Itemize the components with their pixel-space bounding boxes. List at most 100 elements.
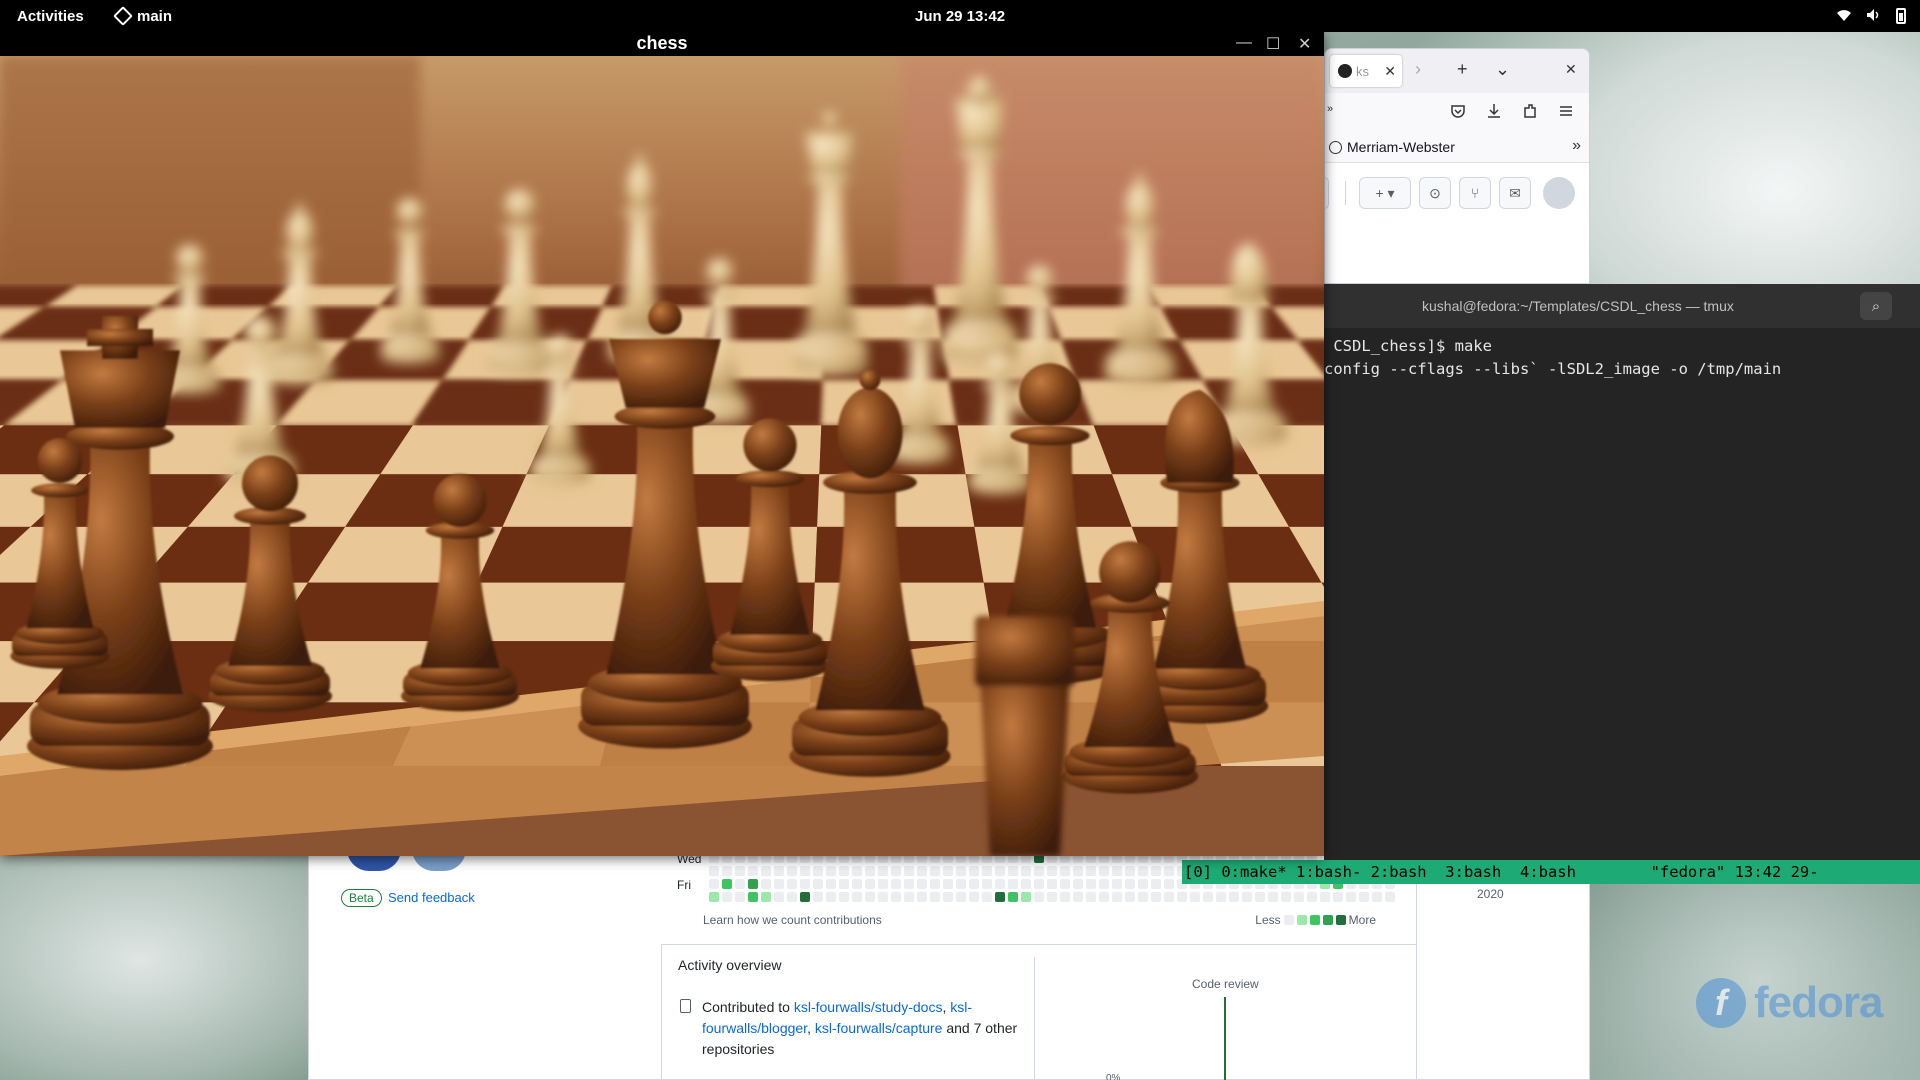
contribution-cell[interactable] <box>800 866 810 876</box>
system-tray[interactable] <box>1836 8 1906 25</box>
contribution-cell[interactable] <box>1086 879 1096 889</box>
contribution-cell[interactable] <box>839 866 849 876</box>
contribution-cell[interactable] <box>1307 892 1317 902</box>
contribution-cell[interactable] <box>1294 892 1304 902</box>
contribution-cell[interactable] <box>1177 892 1187 902</box>
contribution-cell[interactable] <box>982 879 992 889</box>
contribution-cell[interactable] <box>917 866 927 876</box>
contribution-cell[interactable] <box>956 866 966 876</box>
contribution-cell[interactable] <box>852 892 862 902</box>
contribution-cell[interactable] <box>1138 879 1148 889</box>
contribution-cell[interactable] <box>930 892 940 902</box>
contribution-cell[interactable] <box>1125 879 1135 889</box>
contribution-cell[interactable] <box>839 879 849 889</box>
tab-scroll-right-icon[interactable]: › <box>1415 59 1421 80</box>
contribution-cell[interactable] <box>1034 879 1044 889</box>
contribution-cell[interactable] <box>995 879 1005 889</box>
contribution-cell[interactable] <box>761 866 771 876</box>
contribution-cell[interactable] <box>865 892 875 902</box>
user-avatar[interactable] <box>1543 177 1575 209</box>
contribution-cell[interactable] <box>1073 866 1083 876</box>
contribution-cell[interactable] <box>774 892 784 902</box>
contribution-cell[interactable] <box>1138 866 1148 876</box>
activities-button[interactable]: Activities <box>17 8 84 25</box>
contribution-cell[interactable] <box>982 892 992 902</box>
contribution-cell[interactable] <box>1008 892 1018 902</box>
contribution-cell[interactable] <box>774 879 784 889</box>
contribution-cell[interactable] <box>748 866 758 876</box>
contribution-cell[interactable] <box>995 866 1005 876</box>
contribution-cell[interactable] <box>1268 892 1278 902</box>
year-2020[interactable]: 2020 <box>1477 887 1504 901</box>
contribution-cell[interactable] <box>1229 892 1239 902</box>
contribution-cell[interactable] <box>1047 892 1057 902</box>
contribution-cell[interactable] <box>1099 892 1109 902</box>
contribution-cell[interactable] <box>1164 892 1174 902</box>
contribution-cell[interactable] <box>826 879 836 889</box>
tab-close-icon[interactable]: ✕ <box>1384 63 1396 80</box>
contribution-cell[interactable] <box>904 892 914 902</box>
contribution-cell[interactable] <box>956 879 966 889</box>
learn-contributions-link[interactable]: Learn how we count contributions <box>703 913 882 927</box>
contribution-cell[interactable] <box>813 866 823 876</box>
downloads-icon[interactable] <box>1486 103 1502 124</box>
contribution-cell[interactable] <box>969 879 979 889</box>
contribution-cell[interactable] <box>1047 879 1057 889</box>
contribution-cell[interactable] <box>878 879 888 889</box>
contribution-cell[interactable] <box>709 866 719 876</box>
minimize-icon[interactable]: — <box>1236 34 1252 52</box>
contribution-cell[interactable] <box>1086 892 1096 902</box>
contribution-cell[interactable] <box>1073 879 1083 889</box>
contribution-cell[interactable] <box>891 866 901 876</box>
contribution-cell[interactable] <box>904 866 914 876</box>
contribution-cell[interactable] <box>1203 892 1213 902</box>
contribution-cell[interactable] <box>774 866 784 876</box>
contribution-cell[interactable] <box>878 866 888 876</box>
contribution-cell[interactable] <box>956 892 966 902</box>
contribution-cell[interactable] <box>1021 892 1031 902</box>
contribution-cell[interactable] <box>1008 879 1018 889</box>
contribution-cell[interactable] <box>1333 892 1343 902</box>
contribution-cell[interactable] <box>1190 892 1200 902</box>
contribution-cell[interactable] <box>891 892 901 902</box>
contribution-cell[interactable] <box>1216 892 1226 902</box>
contribution-cell[interactable] <box>1346 892 1356 902</box>
contribution-cell[interactable] <box>1060 879 1070 889</box>
contribution-cell[interactable] <box>748 892 758 902</box>
contribution-cell[interactable] <box>995 892 1005 902</box>
search-icon[interactable]: ⌕ <box>1860 292 1892 320</box>
create-new-button[interactable]: + ▾ <box>1359 177 1411 209</box>
contribution-cell[interactable] <box>813 892 823 902</box>
contribution-cell[interactable] <box>1021 866 1031 876</box>
contribution-cell[interactable] <box>1151 879 1161 889</box>
contribution-cell[interactable] <box>1073 892 1083 902</box>
terminal-output[interactable]: CSDL_chess]$ make config --cflags --libs… <box>1324 328 1920 381</box>
contribution-cell[interactable] <box>787 892 797 902</box>
contribution-cell[interactable] <box>839 892 849 902</box>
send-feedback-link[interactable]: Send feedback <box>388 890 475 905</box>
contribution-cell[interactable] <box>969 866 979 876</box>
contribution-cell[interactable] <box>891 879 901 889</box>
contribution-cell[interactable] <box>1320 892 1330 902</box>
contribution-cell[interactable] <box>1086 866 1096 876</box>
contribution-cell[interactable] <box>852 866 862 876</box>
contribution-cell[interactable] <box>787 866 797 876</box>
contribution-cell[interactable] <box>826 866 836 876</box>
contribution-cell[interactable] <box>1151 866 1161 876</box>
contribution-cell[interactable] <box>1164 866 1174 876</box>
contribution-cell[interactable] <box>722 866 732 876</box>
contribution-cell[interactable] <box>943 879 953 889</box>
contribution-cell[interactable] <box>735 866 745 876</box>
app-menu[interactable]: main <box>113 6 172 26</box>
contribution-cell[interactable] <box>865 866 875 876</box>
repo-link-capture[interactable]: ksl-fourwalls/capture <box>815 1020 943 1036</box>
contribution-cell[interactable] <box>1099 879 1109 889</box>
contribution-cell[interactable] <box>969 892 979 902</box>
issues-button[interactable]: ⊙ <box>1419 177 1451 209</box>
contribution-cell[interactable] <box>1034 866 1044 876</box>
extensions-icon[interactable] <box>1522 103 1538 124</box>
contribution-cell[interactable] <box>1359 892 1369 902</box>
more-bookmarks-icon[interactable]: » <box>1572 137 1581 155</box>
chess-titlebar[interactable]: chess — ☐ ✕ <box>0 32 1324 56</box>
contribution-cell[interactable] <box>800 879 810 889</box>
